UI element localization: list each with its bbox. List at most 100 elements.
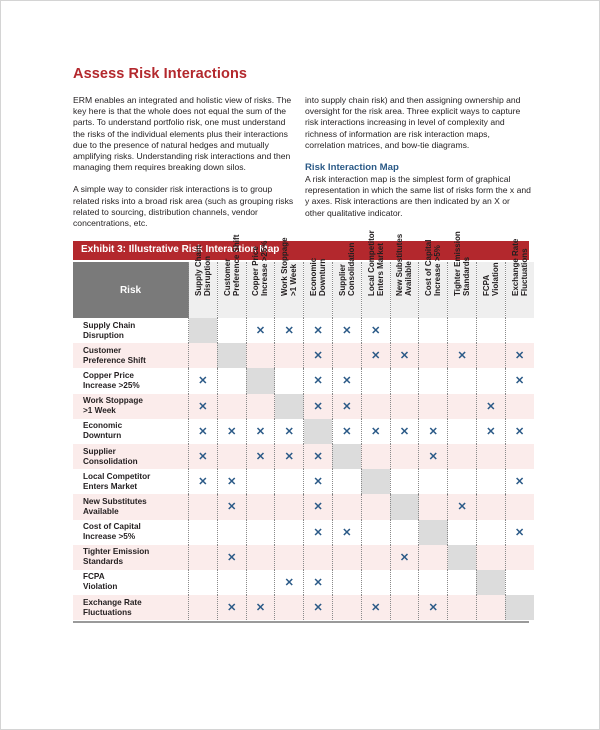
empty-cell: [389, 469, 419, 495]
grouping-paragraph: A simple way to consider risk interactio…: [73, 184, 294, 229]
diagonal-self-cell: [245, 368, 275, 394]
section-subheading: Risk Interaction Map: [305, 162, 399, 174]
interaction-x-mark-icon: ✕: [342, 400, 352, 413]
empty-cell: [418, 494, 448, 520]
row-label: Supply Chain Disruption: [73, 318, 189, 343]
interaction-x-mark-icon: ✕: [255, 602, 266, 615]
column-header-label: New Substitutes Available: [395, 234, 413, 296]
empty-cell: [418, 368, 448, 394]
continuation-paragraph: into supply chain risk) and then assigni…: [305, 95, 521, 150]
empty-cell: [331, 343, 362, 369]
matrix-row: Tighter Emission Standards ✕ ✕: [73, 544, 534, 570]
interaction-cell: ✕: [303, 519, 333, 545]
diagonal-self-cell: [331, 443, 362, 470]
interaction-x-mark-icon: ✕: [313, 602, 323, 615]
row-label-line1: Work Stoppage: [83, 396, 143, 406]
empty-cell: [475, 343, 506, 369]
column-header-label: Copper Price Increase >25%: [251, 241, 269, 296]
column-header-line2: Standards: [462, 256, 472, 296]
empty-cell: [274, 469, 304, 495]
empty-cell: [447, 519, 477, 545]
row-label-line2: Fluctuations: [83, 607, 132, 617]
row-label-line1: Supply Chain: [83, 320, 136, 330]
interaction-cell: ✕: [188, 368, 218, 394]
empty-cell: [418, 469, 448, 495]
interaction-x-mark-icon: ✕: [399, 425, 410, 438]
empty-cell: [475, 494, 506, 520]
empty-cell: [447, 368, 477, 394]
interaction-cell: ✕: [274, 569, 304, 596]
interaction-cell: ✕: [303, 443, 333, 470]
column-header: Local Competitor Enters Market: [360, 230, 391, 318]
interaction-x-mark-icon: ✕: [313, 375, 323, 388]
interaction-x-mark-icon: ✕: [198, 451, 208, 464]
empty-cell: [418, 544, 448, 570]
interaction-x-mark-icon: ✕: [284, 451, 294, 464]
diagonal-self-cell: [447, 544, 477, 570]
diagonal-self-cell: [216, 343, 247, 369]
empty-cell: [216, 393, 247, 419]
matrix-row: Work Stoppage >1 Week ✕ ✕ ✕ ✕: [73, 393, 534, 419]
column-header-line1: Economic: [309, 257, 319, 296]
empty-cell: [389, 443, 419, 470]
empty-cell: [216, 519, 247, 545]
empty-cell: [245, 393, 275, 419]
column-header: Economic Downturn: [303, 258, 333, 318]
diagonal-self-cell: [274, 393, 304, 419]
empty-cell: [188, 343, 218, 369]
empty-cell: [216, 318, 247, 344]
empty-cell: [360, 368, 391, 394]
interaction-x-mark-icon: ✕: [515, 350, 525, 363]
interaction-cell: ✕: [475, 418, 506, 444]
left-column: ERM enables an integrated and holistic v…: [73, 95, 295, 240]
interaction-x-mark-icon: ✕: [313, 576, 323, 589]
matrix-row: Copper Price Increase >25% ✕ ✕ ✕ ✕: [73, 368, 534, 394]
interaction-cell: ✕: [216, 469, 247, 495]
column-header-line2: Available: [404, 261, 414, 296]
empty-cell: [447, 595, 477, 621]
empty-cell: [216, 443, 247, 470]
interaction-cell: ✕: [274, 318, 304, 344]
interaction-x-mark-icon: ✕: [313, 350, 323, 363]
interaction-cell: ✕: [504, 418, 534, 444]
column-header-line2: Violation: [490, 262, 500, 296]
empty-cell: [360, 393, 391, 419]
interaction-x-mark-icon: ✕: [342, 526, 352, 539]
column-header-label: Supplier Consolidation: [338, 243, 356, 296]
right-column: into supply chain risk) and then assigni…: [305, 95, 531, 230]
column-header-line1: Customer: [222, 258, 232, 296]
row-label: Exchange Rate Fluctuations: [73, 595, 189, 621]
column-header-line1: FCPA: [481, 274, 491, 296]
interaction-cell: ✕: [303, 368, 333, 394]
column-header-line1: Exchange Rate: [510, 238, 520, 296]
interaction-x-mark-icon: ✕: [198, 476, 208, 489]
row-label: Tighter Emission Standards: [73, 544, 189, 570]
interaction-x-mark-icon: ✕: [428, 602, 438, 615]
interaction-x-mark-icon: ✕: [313, 325, 323, 338]
column-header: FCPA Violation: [475, 262, 506, 318]
interaction-cell: ✕: [331, 418, 362, 444]
empty-cell: [360, 443, 391, 470]
row-label-line1: New Substitutes: [83, 496, 147, 506]
row-label-line1: Economic: [83, 421, 123, 431]
interaction-x-mark-icon: ✕: [428, 425, 438, 438]
row-label-line1: Customer: [83, 345, 122, 355]
empty-cell: [418, 393, 448, 419]
interaction-x-mark-icon: ✕: [342, 375, 352, 388]
interaction-cell: ✕: [245, 318, 275, 344]
column-header-line1: Work Stoppage: [280, 237, 290, 296]
interaction-x-mark-icon: ✕: [342, 425, 352, 438]
interaction-x-mark-icon: ✕: [371, 350, 381, 363]
column-header-label: Work Stoppage >1 Week: [280, 237, 298, 296]
column-header-line2: Increase >25%: [260, 240, 270, 296]
column-header-line1: Supply Chain: [193, 244, 203, 296]
matrix-row: Customer Preference Shift ✕ ✕ ✕ ✕ ✕: [73, 343, 534, 369]
intro-paragraph: ERM enables an integrated and holistic v…: [73, 95, 292, 173]
empty-cell: [389, 519, 419, 545]
empty-cell: [245, 343, 275, 369]
row-label: Cost of Capital Increase >5%: [73, 520, 189, 545]
empty-cell: [389, 569, 419, 596]
interaction-cell: ✕: [303, 569, 333, 596]
row-label-line2: Increase >25%: [83, 380, 140, 390]
interaction-cell: ✕: [216, 494, 247, 520]
